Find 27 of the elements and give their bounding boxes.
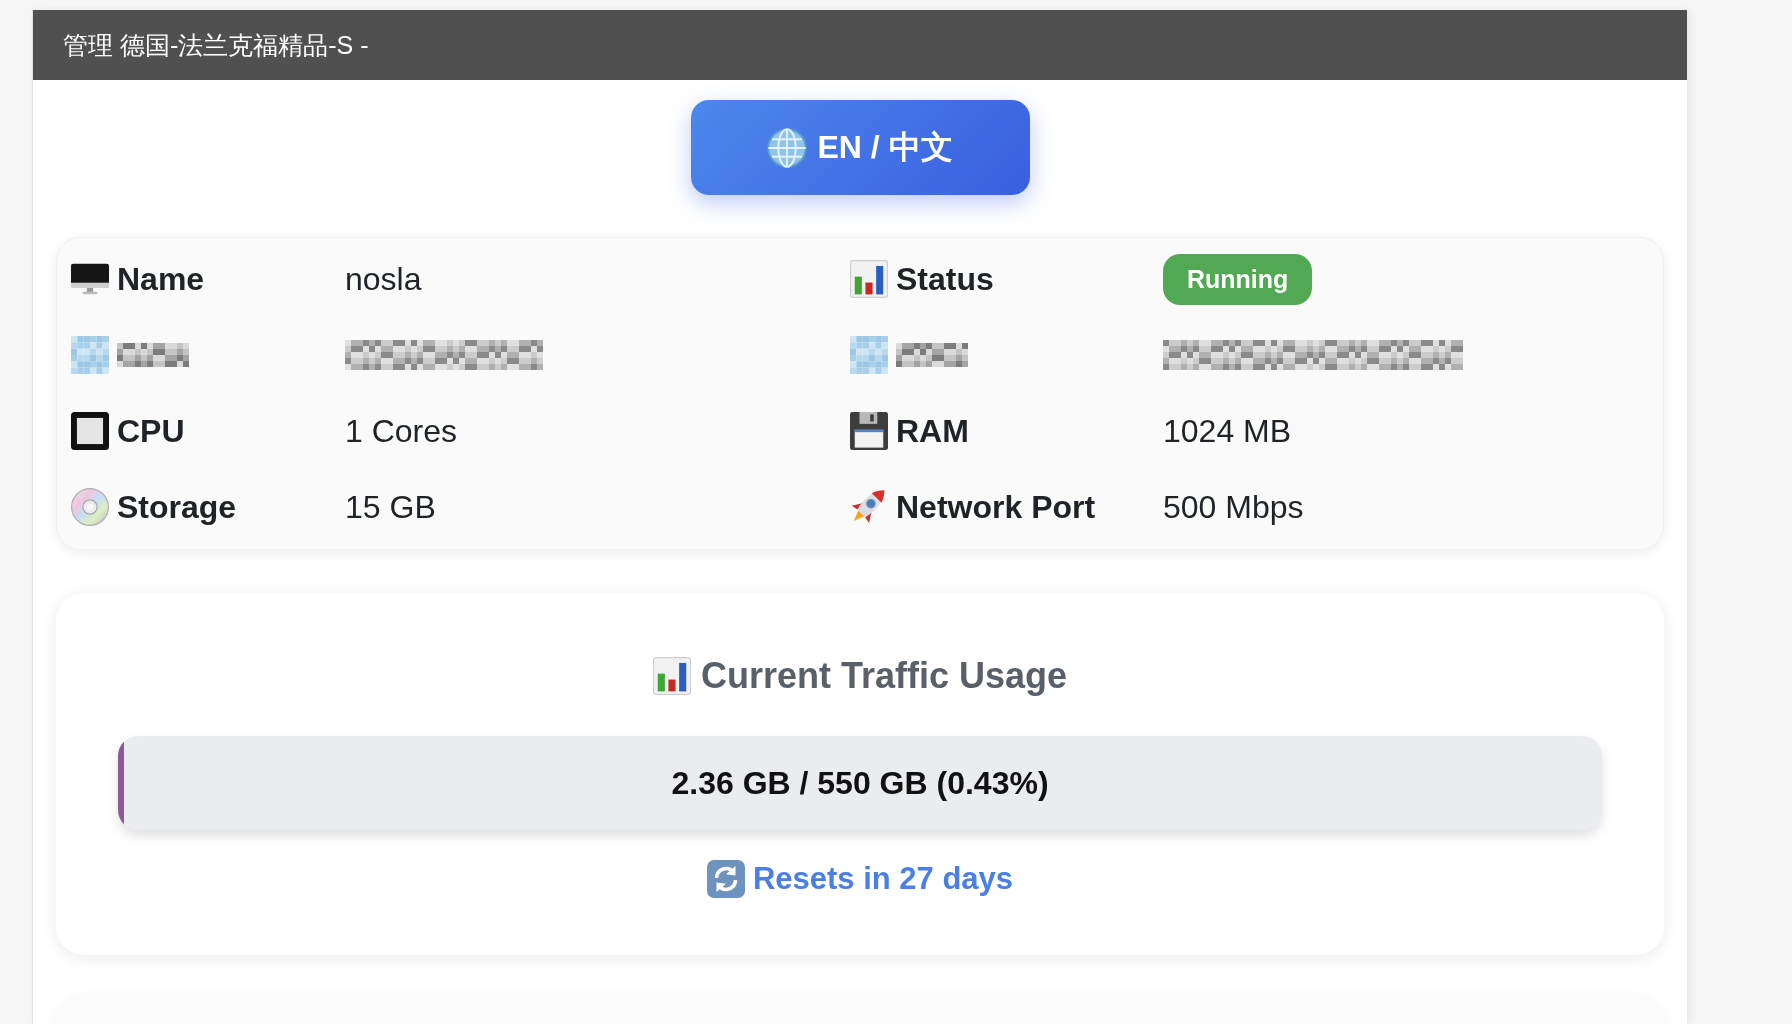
bar-chart-icon (652, 657, 691, 695)
pixelated-icon (850, 336, 888, 374)
field-label: CPU (117, 412, 185, 450)
pixelated-label (896, 343, 968, 367)
pixelated-label (117, 343, 189, 367)
field-label: Network Port (896, 488, 1096, 526)
disc-icon (71, 488, 109, 526)
reset-countdown: Resets in 27 days (752, 861, 1014, 897)
language-toggle-button[interactable]: EN / 中文 (690, 100, 1030, 195)
field-value: 500 Mbps (1163, 488, 1304, 526)
field-label: RAM (896, 412, 969, 450)
field-value: nosla (345, 260, 422, 298)
field-label: Name (117, 260, 205, 298)
field-value: 1024 MB (1163, 412, 1292, 450)
square-icon (71, 412, 109, 450)
field-label: Storage (117, 488, 237, 526)
field-value: 15 GB (345, 488, 436, 526)
bar-chart-icon (850, 260, 888, 298)
usage-reading: 2.36 GB / 550 GB (0.43%) (671, 764, 1049, 802)
page-title: 管理 德国-法兰克福精品-S - (63, 29, 369, 61)
pixelated-icon (71, 336, 109, 374)
status-badge: Running (1163, 253, 1313, 305)
refresh-icon (706, 860, 745, 898)
field-label: Status (896, 260, 994, 298)
globe-icon (767, 127, 808, 168)
field-value: 1 Cores (345, 412, 458, 450)
card-title: Current Traffic Usage (700, 655, 1068, 697)
